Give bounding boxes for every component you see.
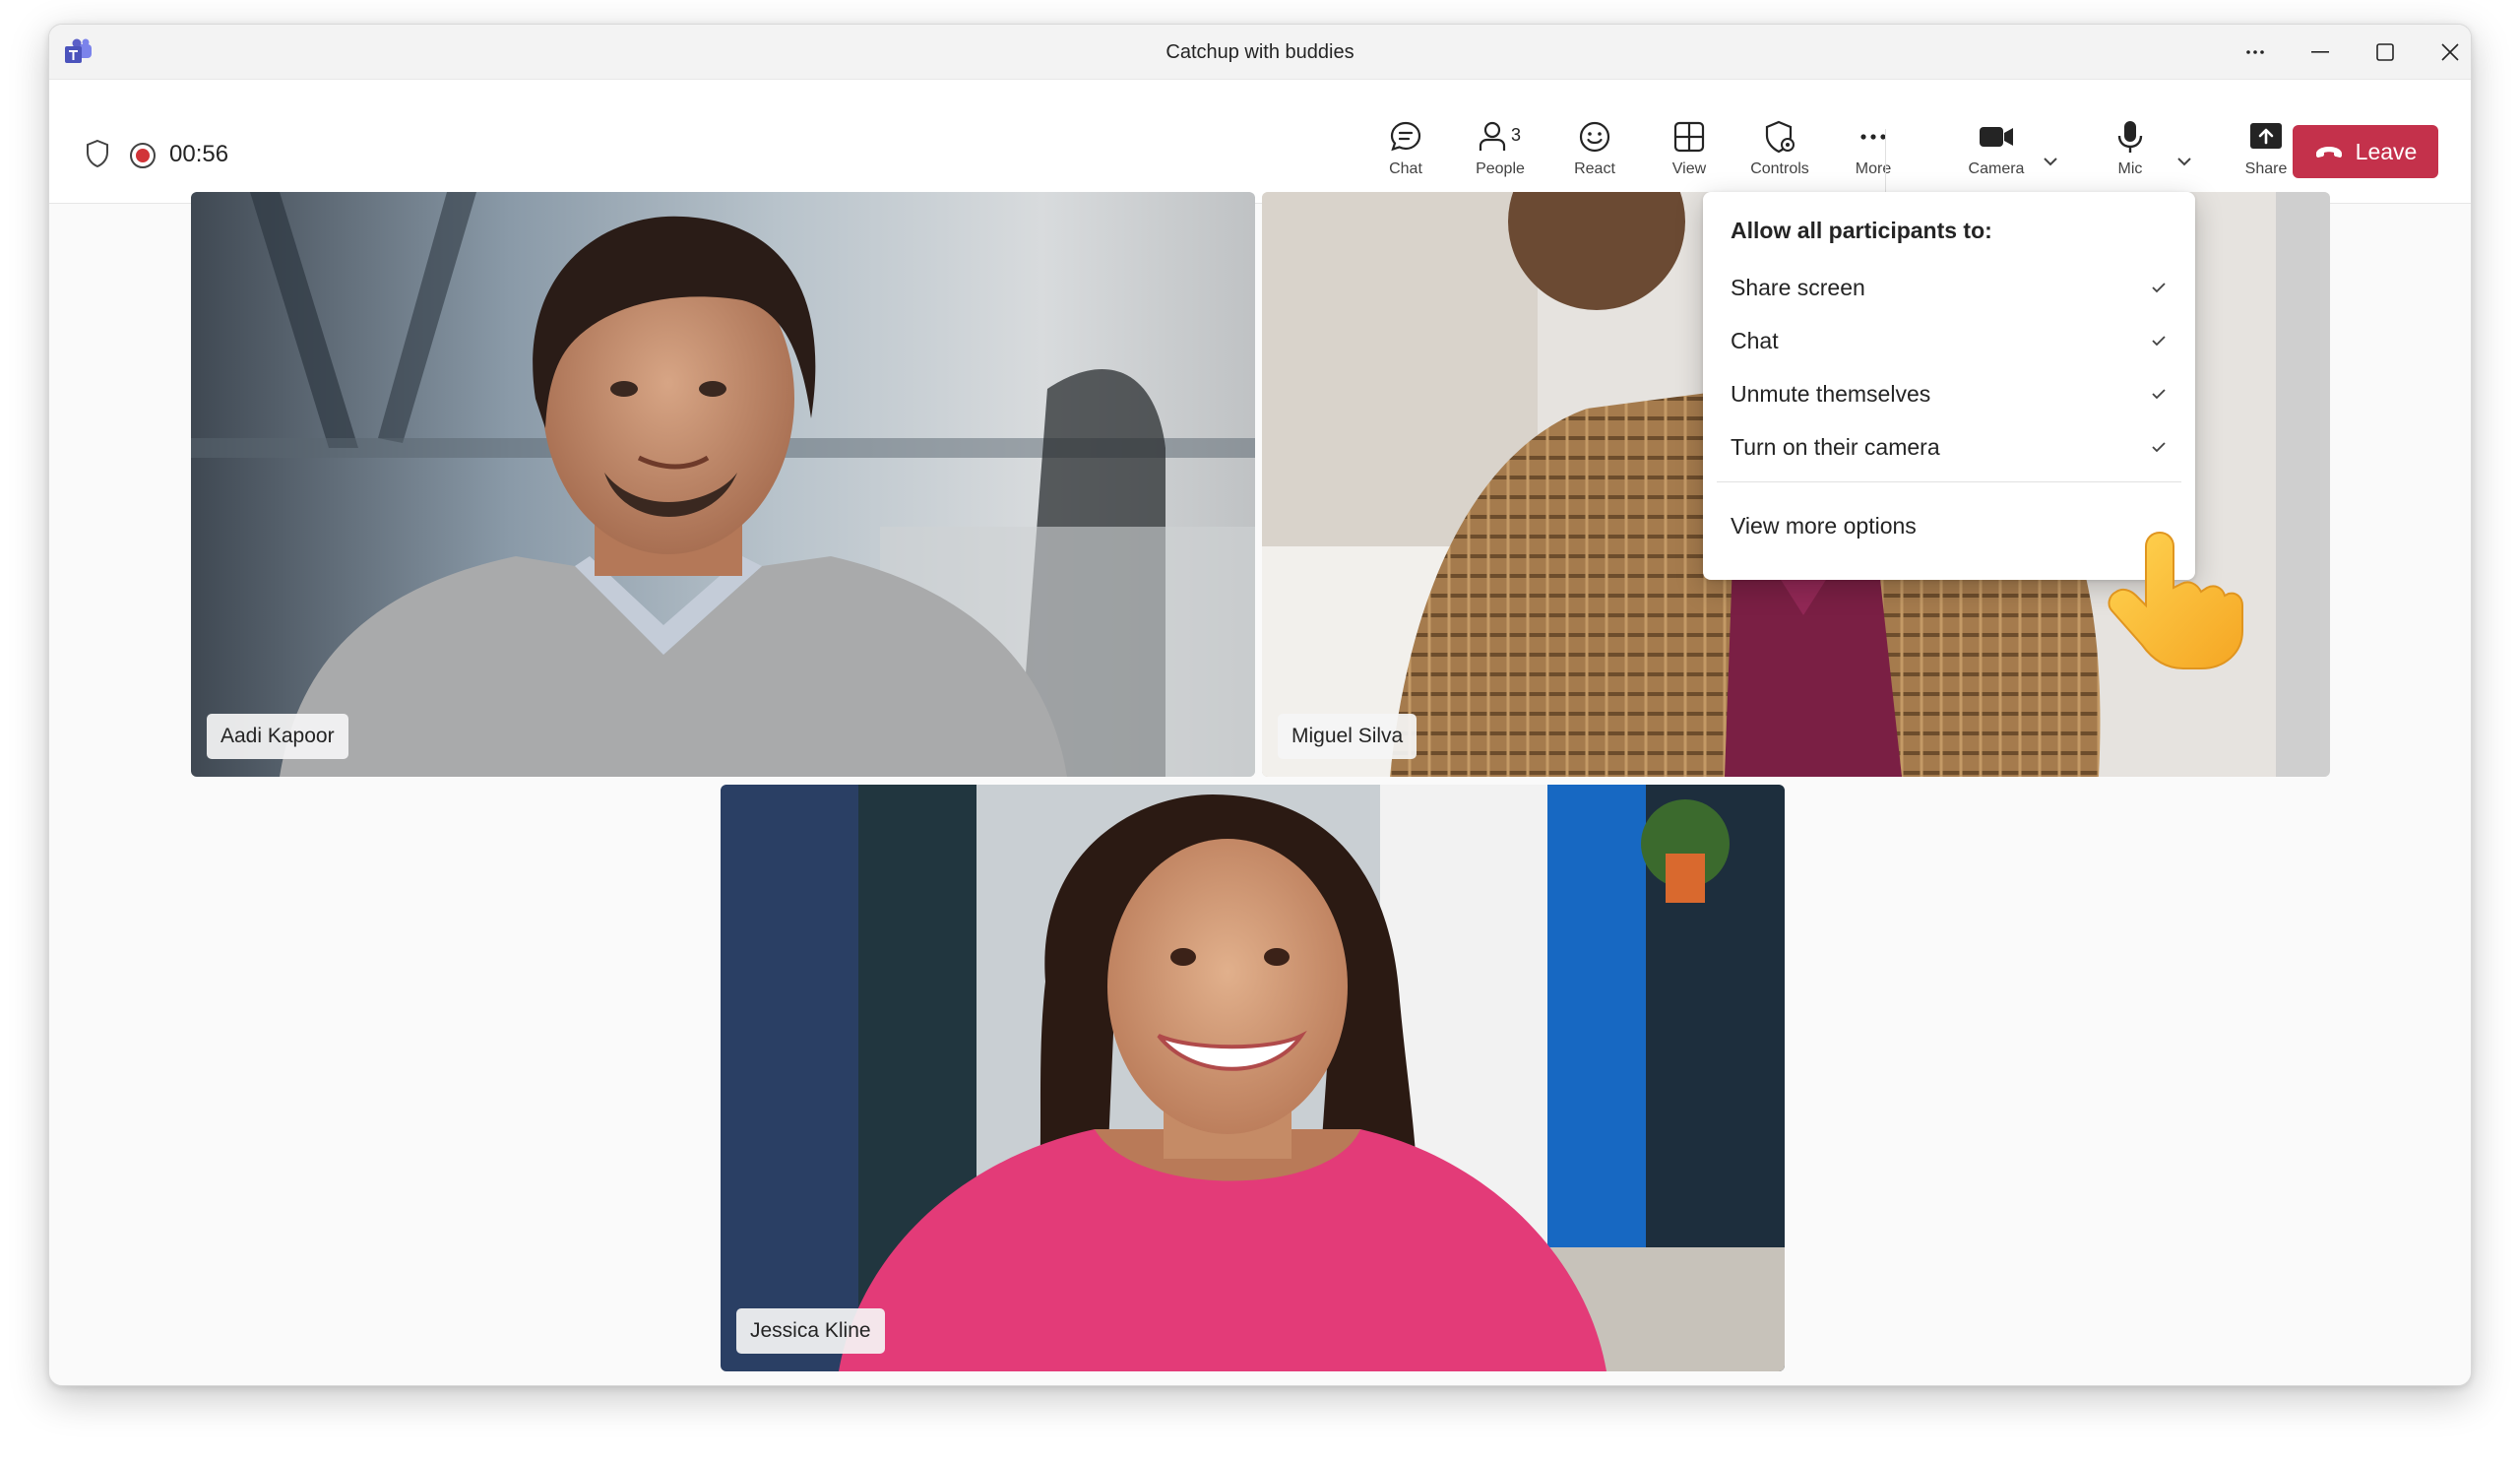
checkmark-icon bbox=[2152, 442, 2166, 453]
option-label: Turn on their camera bbox=[1731, 434, 1940, 460]
camera-options-chevron-icon[interactable] bbox=[2040, 151, 2061, 172]
chat-button[interactable]: Chat bbox=[1358, 119, 1453, 190]
participant-name-tag: Aadi Kapoor bbox=[207, 714, 348, 759]
video-tile-aadi-kapoor[interactable]: Aadi Kapoor bbox=[191, 192, 1255, 777]
people-count: 3 bbox=[1511, 125, 1522, 145]
shield-settings-icon bbox=[1765, 120, 1795, 154]
allow-chat-option[interactable]: Chat bbox=[1703, 314, 2195, 367]
grid-view-icon bbox=[1673, 121, 1705, 153]
title-bar: Catchup with buddies bbox=[49, 25, 2471, 80]
view-label: View bbox=[1671, 160, 1707, 177]
allow-share-screen-option[interactable]: Share screen bbox=[1703, 261, 2195, 314]
participant-name-tag: Jessica Kline bbox=[736, 1308, 885, 1354]
meeting-toolbar: 00:56 Chat 3 People React View Controls … bbox=[49, 80, 2471, 204]
minimize-icon bbox=[2311, 51, 2329, 53]
mic-label: Mic bbox=[2117, 160, 2143, 177]
option-label: Chat bbox=[1731, 328, 1779, 353]
camera-button[interactable]: Camera bbox=[1949, 119, 2044, 190]
checkmark-icon bbox=[2152, 283, 2166, 293]
video-camera-icon bbox=[1980, 127, 2013, 147]
meeting-timer: 00:56 bbox=[169, 141, 229, 167]
recording-icon bbox=[130, 143, 156, 168]
toolbar-divider bbox=[1885, 129, 1886, 192]
pointer-hand-icon bbox=[2108, 531, 2243, 669]
react-label: React bbox=[1574, 160, 1615, 177]
share-screen-icon bbox=[2250, 123, 2282, 149]
close-window-button[interactable] bbox=[2418, 25, 2471, 80]
smiley-icon bbox=[1579, 121, 1610, 153]
react-button[interactable]: React bbox=[1547, 119, 1642, 190]
more-window-options-button[interactable] bbox=[2223, 25, 2288, 80]
allow-camera-option[interactable]: Turn on their camera bbox=[1703, 420, 2195, 474]
teams-meeting-window: Catchup with buddies 00:56 Chat 3 People… bbox=[48, 24, 2472, 1386]
leave-button[interactable]: Leave bbox=[2293, 125, 2438, 178]
mic-options-chevron-icon[interactable] bbox=[2174, 151, 2195, 172]
maximize-icon bbox=[2376, 43, 2394, 61]
view-button[interactable]: View bbox=[1642, 119, 1736, 190]
option-label: Share screen bbox=[1731, 275, 1865, 300]
participant-video-image bbox=[191, 192, 1255, 777]
mic-button[interactable]: Mic bbox=[2083, 119, 2177, 190]
more-label: More bbox=[1855, 160, 1892, 177]
checkmark-icon bbox=[2152, 336, 2166, 347]
popover-divider bbox=[1717, 481, 2181, 482]
participant-video-image bbox=[721, 785, 1785, 1371]
controls-label: Controls bbox=[1750, 160, 1809, 177]
people-label: People bbox=[1476, 160, 1525, 177]
hang-up-icon bbox=[2315, 147, 2342, 158]
view-more-options-label: View more options bbox=[1731, 513, 1917, 539]
allow-unmute-option[interactable]: Unmute themselves bbox=[1703, 367, 2195, 420]
chat-icon bbox=[1390, 121, 1421, 152]
chat-label: Chat bbox=[1389, 160, 1422, 177]
option-label: Unmute themselves bbox=[1731, 381, 1931, 407]
leave-label: Leave bbox=[2355, 138, 2418, 164]
maximize-button[interactable] bbox=[2353, 25, 2418, 80]
popover-heading: Allow all participants to: bbox=[1731, 218, 1992, 243]
people-button[interactable]: 3 People bbox=[1453, 119, 1547, 190]
checkmark-icon bbox=[2152, 389, 2166, 400]
microphone-icon bbox=[2117, 121, 2143, 153]
camera-label: Camera bbox=[1968, 160, 2025, 177]
video-tile-jessica-kline[interactable]: Jessica Kline bbox=[721, 785, 1785, 1371]
shield-icon[interactable] bbox=[85, 139, 110, 168]
more-button[interactable]: More bbox=[1826, 119, 1921, 190]
participant-name-tag: Miguel Silva bbox=[1278, 714, 1418, 759]
people-icon bbox=[1479, 121, 1506, 151]
ellipsis-icon bbox=[2246, 50, 2264, 54]
close-icon bbox=[2441, 43, 2459, 61]
window-title: Catchup with buddies bbox=[1166, 41, 1354, 63]
minimize-button[interactable] bbox=[2288, 25, 2353, 80]
controls-popover: Allow all participants to: Share screen … bbox=[1703, 192, 2195, 580]
controls-button[interactable]: Controls bbox=[1732, 119, 1827, 190]
